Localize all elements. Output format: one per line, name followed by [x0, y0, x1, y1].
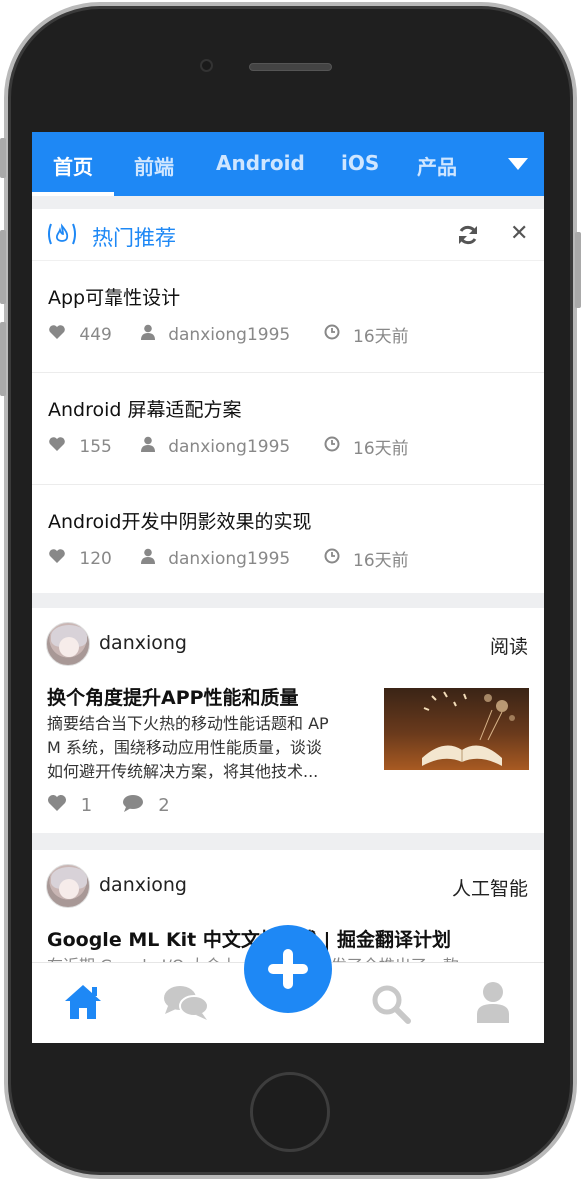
heart-icon: [48, 548, 66, 569]
plus-icon: [266, 947, 310, 995]
tab-android[interactable]: Android: [216, 151, 305, 175]
excerpt-line: M 系统，围绕移动应用性能质量，谈谈: [47, 738, 322, 757]
tab-frontend[interactable]: 前端: [134, 151, 174, 180]
tab-ios[interactable]: iOS: [341, 151, 379, 175]
fire-icon: [46, 222, 78, 251]
excerpt-line: 摘要结合当下火热的移动性能话题和 AP: [47, 714, 329, 733]
heart-icon: [48, 324, 66, 345]
chat-icon[interactable]: [162, 983, 210, 1027]
clock-icon: [324, 324, 340, 345]
author-name[interactable]: danxiong: [99, 874, 187, 896]
article-stats: 1 2: [47, 794, 170, 817]
article-excerpt: 摘要结合当下火热的移动性能话题和 AP M 系统，围绕移动应用性能质量，谈谈 如…: [47, 712, 367, 784]
user-icon: [140, 436, 155, 457]
heart-icon: [48, 436, 66, 457]
hot-item[interactable]: Android 屏幕适配方案 155 danxiong1995 16天前: [32, 373, 544, 485]
like-count: 1: [80, 795, 93, 816]
home-button[interactable]: [250, 1072, 330, 1152]
user-icon[interactable]: [475, 981, 511, 1027]
add-post-button[interactable]: [244, 925, 332, 1013]
app-screen: 首页 前端 Android iOS 产品 热门推荐 ✕ App可靠性设计 449…: [32, 132, 544, 1043]
comment-count: 2: [158, 795, 170, 816]
author-name: danxiong1995: [168, 324, 291, 345]
tab-home[interactable]: 首页: [53, 151, 93, 180]
like-count: 120: [79, 548, 112, 569]
category-tag[interactable]: 人工智能: [452, 874, 528, 901]
author-name: danxiong1995: [168, 436, 291, 457]
hot-item-title: Android 屏幕适配方案: [48, 399, 242, 421]
front-camera: [200, 59, 213, 72]
hot-item[interactable]: Android开发中阴影效果的实现 120 danxiong1995 16天前: [32, 485, 544, 597]
article-title[interactable]: 换个角度提升APP性能和质量: [47, 683, 299, 710]
search-icon[interactable]: [370, 983, 412, 1029]
excerpt-line: 如何避开传统解决方案，将其他技术...: [47, 762, 319, 781]
close-icon[interactable]: ✕: [510, 221, 528, 246]
tab-product[interactable]: 产品: [417, 151, 457, 180]
avatar[interactable]: [46, 622, 90, 666]
volume-down-button: [0, 322, 6, 396]
power-button: [575, 232, 581, 308]
refresh-icon[interactable]: [456, 223, 480, 251]
post-time: 16天前: [353, 327, 409, 347]
user-icon: [140, 548, 155, 569]
home-icon[interactable]: [63, 983, 103, 1025]
active-tab-indicator: [32, 192, 114, 196]
comment-icon[interactable]: [122, 794, 144, 817]
clock-icon: [324, 436, 340, 457]
hot-item-title: Android开发中阴影效果的实现: [48, 511, 312, 533]
top-tab-bar: 首页 前端 Android iOS 产品: [32, 132, 544, 196]
hot-recommend-header: 热门推荐 ✕: [32, 209, 544, 261]
post-time: 16天前: [353, 551, 409, 571]
avatar[interactable]: [46, 864, 90, 908]
silent-switch: [0, 138, 6, 178]
heart-icon[interactable]: [47, 794, 67, 817]
clock-icon: [324, 548, 340, 569]
hot-item-title: App可靠性设计: [48, 287, 181, 309]
chevron-down-icon[interactable]: [508, 158, 528, 170]
earpiece-speaker: [249, 63, 332, 71]
hot-item-meta: 155 danxiong1995 16天前: [48, 434, 409, 459]
hot-item[interactable]: App可靠性设计 449 danxiong1995 16天前: [32, 261, 544, 373]
post-time: 16天前: [353, 439, 409, 459]
volume-up-button: [0, 230, 6, 304]
like-count: 449: [79, 324, 112, 345]
author-name[interactable]: danxiong: [99, 632, 187, 654]
hot-item-meta: 449 danxiong1995 16天前: [48, 322, 409, 347]
hot-recommend-card: 热门推荐 ✕ App可靠性设计 449 danxiong1995 16天前 An…: [32, 209, 544, 593]
author-name: danxiong1995: [168, 548, 291, 569]
hot-item-meta: 120 danxiong1995 16天前: [48, 546, 409, 571]
like-count: 155: [79, 436, 112, 457]
article-thumbnail[interactable]: [384, 688, 529, 770]
category-tag[interactable]: 阅读: [490, 632, 528, 659]
hot-recommend-title: 热门推荐: [92, 226, 176, 250]
user-icon: [140, 324, 155, 345]
feed-card[interactable]: danxiong 阅读 换个角度提升APP性能和质量 摘要结合当下火热的移动性能…: [32, 608, 544, 833]
